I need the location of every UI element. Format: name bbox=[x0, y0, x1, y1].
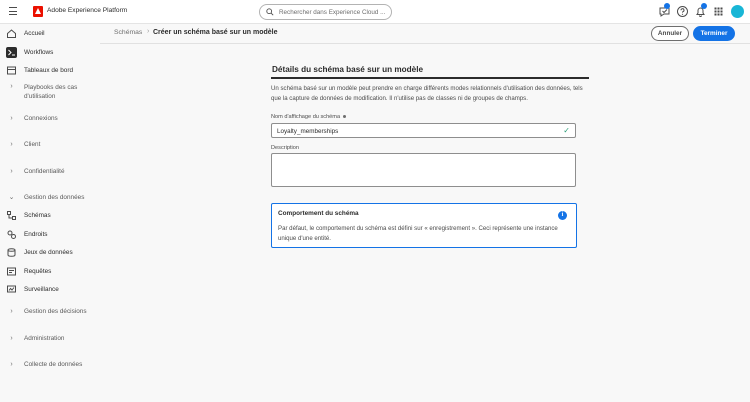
app-title[interactable]: Adobe Experience Platform bbox=[47, 7, 127, 14]
search-field[interactable]: Rechercher dans Experience Cloud ... bbox=[259, 4, 392, 20]
chevron-down-icon: ⌄ bbox=[8, 194, 15, 201]
sidebar-item-label: Accueil bbox=[24, 29, 45, 37]
top-bar: Adobe Experience Platform Rechercher dan… bbox=[0, 0, 750, 24]
chevron-right-icon: › bbox=[10, 334, 13, 342]
sidebar-item-decision-management[interactable]: › Gestion des décisions bbox=[6, 304, 98, 318]
help-icon[interactable] bbox=[676, 5, 689, 18]
description-label: Description bbox=[271, 145, 299, 151]
sidebar-item-label: Jeux de données bbox=[24, 248, 73, 256]
sidebar-item-data-collection[interactable]: › Collecte de données bbox=[6, 357, 98, 371]
locations-icon bbox=[7, 230, 16, 239]
apps-grid-icon[interactable] bbox=[712, 5, 725, 18]
sidebar-item-label: Gestion des données bbox=[24, 193, 85, 201]
chevron-right-icon: › bbox=[10, 140, 13, 148]
sidebar-item-label: Connexions bbox=[24, 114, 58, 122]
chevron-right-icon: › bbox=[10, 114, 13, 122]
sidebar-item-queries[interactable]: Requêtes bbox=[6, 264, 98, 278]
sidebar-item-locations[interactable]: Endroits bbox=[6, 227, 98, 241]
description-textarea[interactable] bbox=[271, 153, 576, 187]
sidebar-item-monitoring[interactable]: Surveillance bbox=[6, 282, 98, 296]
sidebar-item-label: Confidentialité bbox=[24, 167, 65, 175]
sidebar-item-label: Surveillance bbox=[24, 285, 59, 293]
sidebar-item-label: Schémas bbox=[24, 211, 51, 219]
chevron-right-icon: › bbox=[10, 360, 13, 368]
sidebar-item-label: Administration bbox=[24, 334, 65, 342]
chevron-right-icon: › bbox=[10, 167, 13, 175]
whats-new-badge bbox=[664, 3, 670, 9]
hamburger-menu-icon[interactable] bbox=[9, 7, 17, 16]
home-icon bbox=[7, 28, 16, 38]
breadcrumb-schemas-link[interactable]: Schémas bbox=[114, 29, 142, 36]
avatar[interactable] bbox=[731, 5, 744, 18]
breadcrumb-separator: › bbox=[147, 28, 150, 35]
chevron-right-icon: › bbox=[10, 83, 13, 90]
notifications-badge bbox=[701, 3, 707, 9]
monitoring-icon bbox=[7, 285, 16, 292]
schemas-icon bbox=[7, 210, 16, 220]
page-title: Créer un schéma basé sur un modèle bbox=[153, 29, 278, 36]
schema-name-label-text: Nom d'affichage du schéma bbox=[271, 114, 341, 120]
schema-name-value: Loyalty_memberships bbox=[277, 127, 339, 135]
finish-button[interactable]: Terminer bbox=[693, 26, 735, 41]
sidebar-item-label: Tableaux de bord bbox=[24, 66, 74, 74]
main-content: Détails du schéma basé sur un modèle Un … bbox=[100, 45, 750, 402]
dashboards-icon bbox=[7, 66, 16, 74]
info-box-title: Comportement du schéma bbox=[278, 210, 359, 217]
sidebar: Accueil Workflows Tableaux de bord › Pla… bbox=[0, 24, 100, 402]
sidebar-item-dashboards[interactable]: Tableaux de bord bbox=[6, 63, 98, 77]
sidebar-item-label: Gestion des décisions bbox=[24, 307, 87, 315]
workflows-icon bbox=[6, 46, 17, 58]
sidebar-item-label: Collecte de données bbox=[24, 360, 83, 368]
schema-name-label: Nom d'affichage du schéma bbox=[271, 114, 347, 120]
form-title: Détails du schéma basé sur un modèle bbox=[272, 65, 424, 74]
form-description: Un schéma basé sur un modèle peut prendr… bbox=[271, 85, 583, 102]
sidebar-item-label: Workflows bbox=[24, 48, 54, 56]
sidebar-item-connections[interactable]: › Connexions bbox=[6, 111, 98, 125]
sidebar-item-workflows[interactable]: Workflows bbox=[6, 45, 98, 59]
form-title-divider bbox=[271, 77, 589, 79]
sidebar-item-playbooks[interactable]: › Playbooks des cas d'utilisation bbox=[6, 83, 98, 105]
cancel-button[interactable]: Annuler bbox=[651, 26, 689, 41]
datasets-icon bbox=[7, 247, 16, 257]
adobe-logo-icon[interactable] bbox=[33, 6, 43, 17]
sidebar-item-schemas[interactable]: Schémas bbox=[6, 208, 98, 222]
page-header: Schémas › Créer un schéma basé sur un mo… bbox=[100, 24, 750, 44]
search-placeholder: Rechercher dans Experience Cloud ... bbox=[279, 8, 386, 16]
sidebar-item-administration[interactable]: › Administration bbox=[6, 331, 98, 345]
sidebar-item-label: Client bbox=[24, 140, 41, 148]
sidebar-item-privacy[interactable]: › Confidentialité bbox=[6, 164, 98, 178]
info-icon: i bbox=[558, 211, 567, 220]
required-indicator-icon bbox=[343, 115, 347, 119]
schema-behavior-info-box: Comportement du schéma Par défaut, le co… bbox=[271, 203, 577, 248]
sidebar-item-label: Playbooks des cas d'utilisation bbox=[24, 84, 78, 100]
search-icon bbox=[266, 8, 274, 16]
schema-name-input[interactable]: Loyalty_memberships ✓ bbox=[271, 123, 576, 138]
sidebar-item-client[interactable]: › Client bbox=[6, 137, 98, 151]
sidebar-item-home[interactable]: Accueil bbox=[6, 26, 98, 40]
info-box-text: Par défaut, le comportement du schéma es… bbox=[278, 225, 558, 242]
queries-icon bbox=[7, 267, 16, 275]
sidebar-item-label: Requêtes bbox=[24, 267, 52, 275]
sidebar-item-data-management[interactable]: ⌄ Gestion des données bbox=[6, 190, 98, 204]
sidebar-item-datasets[interactable]: Jeux de données bbox=[6, 245, 98, 259]
sidebar-item-label: Endroits bbox=[24, 230, 48, 238]
checkmark-icon: ✓ bbox=[563, 126, 570, 135]
chevron-right-icon: › bbox=[10, 307, 13, 315]
